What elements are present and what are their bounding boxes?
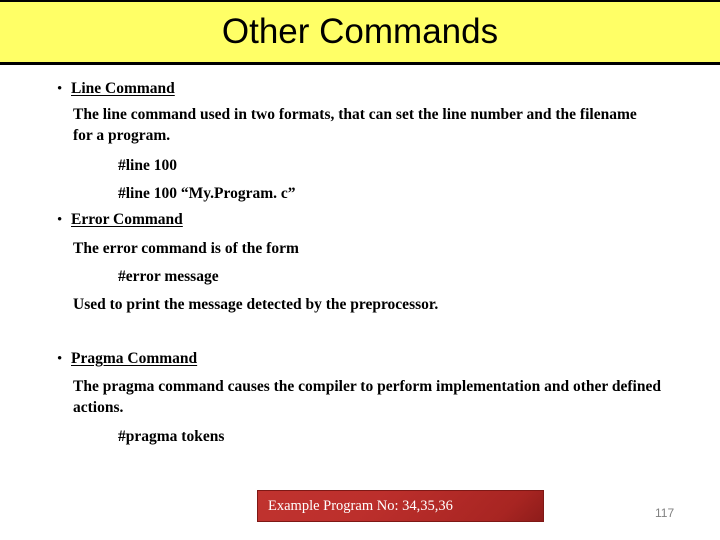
slide-body: • Line Command The line command used in … xyxy=(0,68,720,478)
section-heading-error-command: Error Command xyxy=(71,211,183,228)
section-heading-pragma-command: Pragma Command xyxy=(71,350,198,367)
page-number: 117 xyxy=(655,506,675,520)
bullet-item-error-command: • Error Command xyxy=(57,211,183,229)
bullet-dot-icon: • xyxy=(57,351,63,367)
bullet-dot-icon: • xyxy=(57,81,63,97)
page-title: Other Commands xyxy=(221,12,499,51)
section-description-pragma-command: The pragma command causes the compiler t… xyxy=(73,378,661,416)
title-banner: Other Commands xyxy=(0,0,720,65)
bullet-item-pragma-command: • Pragma Command xyxy=(57,350,197,368)
section-heading-line-command: Line Command xyxy=(71,80,175,97)
code-line-error-message: #error message xyxy=(118,268,219,285)
code-line-pragma-tokens: #pragma tokens xyxy=(118,428,225,445)
code-line-line-100-myprogram: #line 100 “My.Program. c” xyxy=(118,185,296,202)
section-note-error-command: Used to print the message detected by th… xyxy=(73,296,439,313)
code-line-line-100: #line 100 xyxy=(118,157,177,174)
section-description-line-command: The line command used in two formats, th… xyxy=(73,106,637,144)
section-description-error-command: The error command is of the form xyxy=(73,240,299,257)
example-program-banner: Example Program No: 34,35,36 xyxy=(257,490,544,522)
bullet-dot-icon: • xyxy=(57,212,63,228)
bullet-item-line-command: • Line Command xyxy=(57,80,175,98)
example-program-label: Example Program No: 34,35,36 xyxy=(268,497,453,514)
